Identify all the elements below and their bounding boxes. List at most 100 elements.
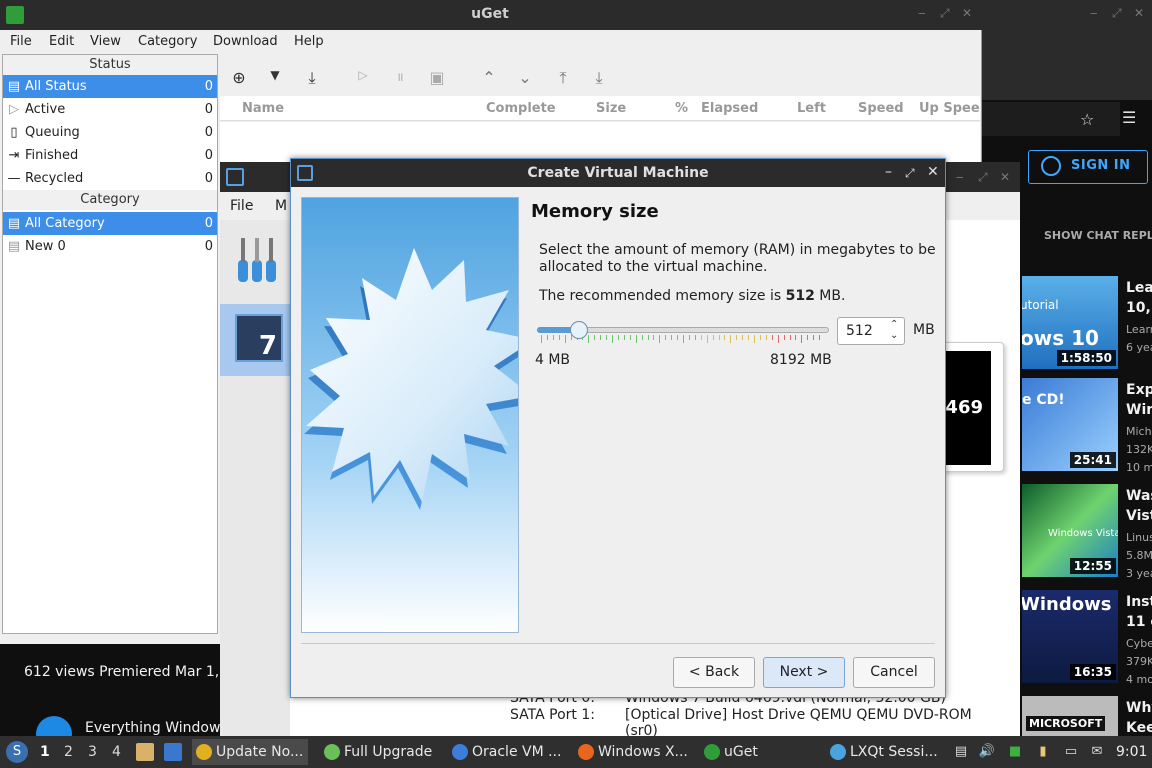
hamburger-menu-icon[interactable]: ☰ [1122,108,1136,127]
sidebar-item-new-0[interactable]: ▤ New 0 0 [3,235,217,258]
menu-help[interactable]: Help [294,34,324,49]
slider-handle[interactable] [570,321,588,339]
workspace-1[interactable]: 1 [40,744,50,760]
next-button[interactable]: Next > [763,657,845,688]
maximize-icon[interactable]: ⤢ [905,166,915,181]
show-desktop-icon[interactable] [164,743,182,761]
maximize-icon[interactable]: ⤢ [940,6,950,21]
chevron-down-icon[interactable]: ⌄ [890,330,898,341]
related-video[interactable]: Windows Vista 12:55 WasVist Linus 5.8M 3… [1022,484,1152,580]
workspace-2[interactable]: 2 [64,744,73,760]
minimize-icon[interactable]: – [885,164,892,180]
file-manager-icon[interactable] [136,743,154,761]
menu-view[interactable]: View [90,34,121,49]
pause-icon[interactable]: ॥ [387,68,413,92]
related-video[interactable]: e CD! 25:41 ExplWind Mich 132K 10 m [1022,378,1152,474]
video-title[interactable]: WasVist [1126,486,1152,526]
video-title[interactable]: Insta11 o [1126,592,1152,632]
related-video[interactable]: utorial ows 10 1:58:50 Lear10, W Learn 6… [1022,276,1152,372]
notification-icon[interactable]: ✉ [1088,743,1106,761]
task-uget[interactable]: uGet [700,739,818,765]
related-video[interactable]: MICROSOFT WhyKeep [1022,696,1152,736]
vm-list-item[interactable]: 7 [220,304,290,376]
sata-port-1-value: [Optical Drive] Host Drive QEMU QEMU DVD… [625,707,972,723]
column-left[interactable]: Left [797,101,826,116]
sign-in-button[interactable]: SIGN IN [1028,150,1148,184]
column-up-speed[interactable]: Up Spee [919,101,980,116]
close-icon[interactable]: ✕ [1000,170,1010,184]
move-bottom-icon[interactable]: ⤓ [586,68,612,92]
menu-edit[interactable]: Edit [49,34,74,49]
video-thumbnail[interactable]: e CD! 25:41 [1022,378,1118,471]
cancel-button[interactable]: Cancel [853,657,935,688]
video-title[interactable]: ExplWind [1126,380,1152,420]
video-info-panel: 612 views Premiered Mar 1, 20 Everything… [0,640,241,752]
column-speed[interactable]: Speed [858,101,904,116]
memory-spinbox[interactable]: 512 ⌃ ⌄ [837,317,905,345]
close-icon[interactable]: ✕ [1134,6,1144,20]
video-duration: 12:55 [1069,558,1116,574]
column-complete[interactable]: Complete [486,101,556,116]
maximize-icon[interactable]: ⤢ [978,170,988,185]
bookmark-star-icon[interactable]: ☆ [1080,110,1094,129]
menu-file[interactable]: File [230,198,253,214]
task-firefox[interactable]: Windows X... [574,739,692,765]
minimize-icon[interactable]: ‒ [1090,6,1098,20]
network-icon[interactable]: ▭ [1062,743,1080,761]
task-update-notifier[interactable]: Update No... [192,739,308,765]
close-icon[interactable]: ✕ [927,164,939,180]
sidebar-item-active[interactable]: ▷ Active 0 [3,98,217,121]
video-title[interactable]: WhyKeep [1126,698,1152,738]
video-thumbnail[interactable]: MICROSOFT [1022,696,1118,736]
chevron-down-icon[interactable]: ▼ [262,68,288,92]
scroll-icon[interactable]: ▤ [952,743,970,761]
move-top-icon[interactable]: ⤒ [550,68,576,92]
minimize-icon[interactable]: ‒ [918,6,926,20]
related-video[interactable]: Windows 11 16:35 Insta11 o Cybe 379K 4 m… [1022,590,1152,686]
task-full-upgrade[interactable]: Full Upgrade [320,739,440,765]
close-icon[interactable]: ✕ [962,6,972,20]
maximize-icon[interactable]: ⤢ [1112,6,1122,21]
video-title[interactable]: Lear10, W [1126,278,1152,318]
move-up-icon[interactable]: ⌃ [476,68,502,92]
workspace-3[interactable]: 3 [88,744,97,760]
sidebar-item-finished[interactable]: ⇥ Finished 0 [3,144,217,167]
column-name[interactable]: Name [242,101,284,116]
chevron-up-icon[interactable]: ⌃ [890,319,898,330]
thumbnail-text: e CD! [1022,392,1065,408]
memory-slider[interactable] [537,321,829,349]
video-thumbnail[interactable]: Windows Vista 12:55 [1022,484,1118,577]
clipboard-icon[interactable]: ▮ [1034,743,1052,761]
sidebar-item-all-status[interactable]: ▤ All Status 0 [3,75,217,98]
video-thumbnail[interactable]: utorial ows 10 1:58:50 [1022,276,1118,369]
workspace-4[interactable]: 4 [112,744,121,760]
menu-file[interactable]: File [10,34,32,49]
sidebar-item-all-category[interactable]: ▤ All Category 0 [3,212,217,235]
task-oracle-vm[interactable]: Oracle VM ... [448,739,566,765]
minimize-icon[interactable]: ‒ [956,170,964,184]
start-menu-icon[interactable]: S [6,741,28,763]
column-percent[interactable]: % [675,101,688,116]
channel-name[interactable]: Everything Windows [85,720,228,736]
task-lxqt-session[interactable]: LXQt Sessi... [826,739,944,765]
sidebar-item-queuing[interactable]: ▯ Queuing 0 [3,121,217,144]
back-button[interactable]: < Back [673,657,755,688]
menu-machine[interactable]: M [275,198,287,214]
properties-icon[interactable]: ▣ [424,68,450,92]
tools-icon[interactable] [234,234,280,286]
sidebar-item-recycled[interactable]: — Recycled 0 [3,167,217,190]
volume-icon[interactable]: 🔊 [978,743,996,761]
download-icon[interactable]: ⤓ [299,68,325,92]
menu-download[interactable]: Download [213,34,278,49]
move-down-icon[interactable]: ⌄ [512,68,538,92]
memory-value[interactable]: 512 [846,323,873,339]
column-elapsed[interactable]: Elapsed [701,101,758,116]
menu-category[interactable]: Category [138,34,197,49]
uget-tray-icon[interactable]: ■ [1006,743,1024,761]
column-size[interactable]: Size [596,101,626,116]
address-bar[interactable] [980,102,1120,136]
play-icon[interactable]: ▷ [350,68,376,92]
show-chat-replay-button[interactable]: SHOW CHAT REPLAY [1044,229,1152,242]
video-thumbnail[interactable]: Windows 11 16:35 [1022,590,1118,683]
new-download-icon[interactable]: ⊕ [226,68,252,92]
